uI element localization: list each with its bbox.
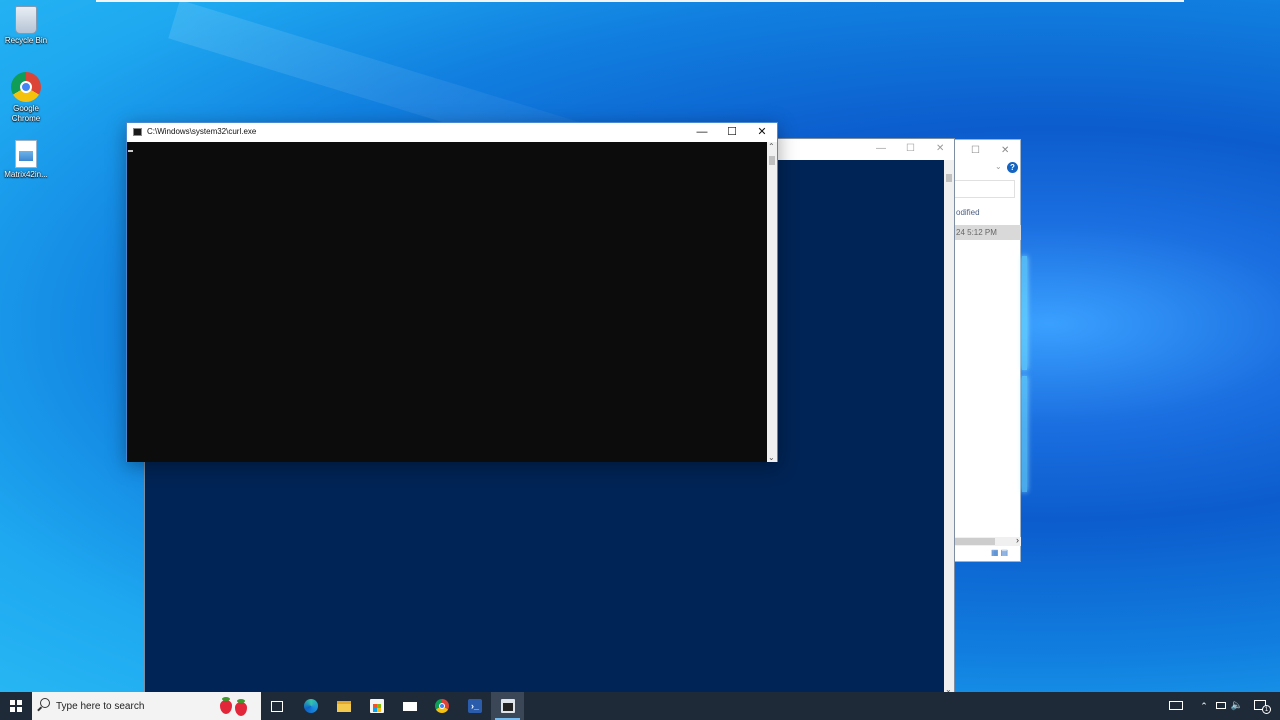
- window-title: C:\Windows\system32\curl.exe: [147, 127, 257, 136]
- network-button[interactable]: [1213, 692, 1229, 720]
- task-view-icon: [271, 701, 283, 712]
- minimize-button[interactable]: —: [687, 123, 717, 142]
- edge-icon: [304, 699, 318, 713]
- keyboard-icon: [1169, 701, 1183, 710]
- maximize-icon[interactable]: ☐: [971, 145, 980, 156]
- touch-keyboard-button[interactable]: [1165, 692, 1187, 720]
- windows-logo-icon: [10, 700, 22, 712]
- scroll-down-icon[interactable]: ⌄: [768, 453, 775, 462]
- maximize-button[interactable]: ☐: [717, 123, 747, 142]
- folder-icon: [337, 701, 351, 712]
- vertical-scrollbar[interactable]: ⌃ ⌄: [767, 142, 777, 462]
- snap-assist-glow: [1022, 376, 1027, 492]
- desktop-icon-matrix42[interactable]: Matrix42in...: [2, 140, 50, 180]
- help-icon[interactable]: ?: [1007, 162, 1018, 173]
- action-center-button[interactable]: 1: [1250, 692, 1272, 720]
- taskbar-console-button[interactable]: [491, 692, 524, 720]
- file-row[interactable]: 24 5:12 PM: [955, 225, 1021, 240]
- strawberry-icon: [235, 699, 247, 716]
- task-view-button[interactable]: [261, 692, 294, 720]
- chrome-icon: [11, 72, 41, 102]
- scrollbar-thumb[interactable]: [946, 174, 952, 182]
- taskbar-edge-button[interactable]: [294, 692, 327, 720]
- console-app-icon: [133, 128, 142, 136]
- console-titlebar[interactable]: C:\Windows\system32\curl.exe — ☐ ✕: [127, 123, 777, 142]
- maximize-icon[interactable]: ☐: [906, 143, 915, 154]
- scroll-right-icon[interactable]: ›: [1016, 535, 1019, 545]
- curl-console-window[interactable]: C:\Windows\system32\curl.exe — ☐ ✕ ⌃ ⌄: [126, 122, 778, 462]
- strawberry-icon: [220, 697, 232, 714]
- close-button[interactable]: ✕: [747, 123, 777, 142]
- mail-icon: [403, 702, 417, 711]
- taskbar: ›_ ⌃ 🔈 1: [0, 692, 1280, 720]
- taskbar-search-box[interactable]: [32, 692, 261, 720]
- taskbar-chrome-button[interactable]: [425, 692, 458, 720]
- explorer-search-box[interactable]: [955, 180, 1015, 198]
- chevron-down-icon[interactable]: ⌄: [995, 162, 1002, 171]
- minimize-icon[interactable]: —: [876, 143, 886, 154]
- scrollbar-thumb[interactable]: [769, 156, 775, 165]
- scroll-up-icon[interactable]: ⌃: [768, 142, 775, 151]
- powershell-icon: ›_: [468, 699, 482, 713]
- horizontal-scrollbar[interactable]: ›: [955, 535, 1021, 546]
- speaker-icon: 🔈: [1230, 700, 1244, 711]
- taskbar-file-explorer-button[interactable]: [327, 692, 360, 720]
- desktop-icon-recycle-bin[interactable]: Recycle Bin: [2, 6, 50, 46]
- desktop-icon-label: Google Chrome: [11, 104, 41, 123]
- desktop-icon-google-chrome[interactable]: Google Chrome: [2, 72, 50, 124]
- chrome-icon: [435, 699, 449, 713]
- network-icon: [1216, 702, 1226, 709]
- chevron-up-icon: ⌃: [1200, 701, 1208, 711]
- desktop-icon-label: Recycle Bin: [4, 36, 48, 45]
- taskbar-powershell-button[interactable]: ›_: [458, 692, 491, 720]
- snap-assist-glow: [1022, 256, 1027, 370]
- start-button[interactable]: [0, 692, 32, 720]
- show-hidden-icons-button[interactable]: ⌃: [1197, 692, 1211, 720]
- explorer-window[interactable]: ☐ ✕ ⌄ ? odified 24 5:12 PM › ▦▤: [954, 139, 1021, 562]
- search-input[interactable]: [56, 697, 216, 715]
- taskbar-store-button[interactable]: [360, 692, 393, 720]
- desktop-icon-label: Matrix42in...: [4, 170, 48, 179]
- close-icon[interactable]: ✕: [936, 143, 944, 154]
- volume-button[interactable]: 🔈: [1229, 692, 1245, 720]
- vertical-scrollbar[interactable]: ⌄: [944, 160, 954, 694]
- close-icon[interactable]: ✕: [1001, 145, 1009, 156]
- view-toggle-icons[interactable]: ▦▤: [991, 548, 1010, 557]
- top-edge-bar: [96, 0, 1184, 2]
- search-icon: [40, 698, 50, 708]
- recycle-bin-icon: [15, 6, 37, 34]
- store-icon: [370, 699, 384, 713]
- console-icon: [501, 699, 515, 713]
- console-output-area[interactable]: [127, 142, 767, 462]
- installer-file-icon: [15, 140, 37, 168]
- notification-count-badge: 1: [1262, 705, 1271, 714]
- taskbar-mail-button[interactable]: [393, 692, 426, 720]
- scrollbar-thumb[interactable]: [955, 538, 995, 545]
- text-cursor: [128, 150, 133, 152]
- date-modified-column-header[interactable]: odified: [956, 208, 980, 217]
